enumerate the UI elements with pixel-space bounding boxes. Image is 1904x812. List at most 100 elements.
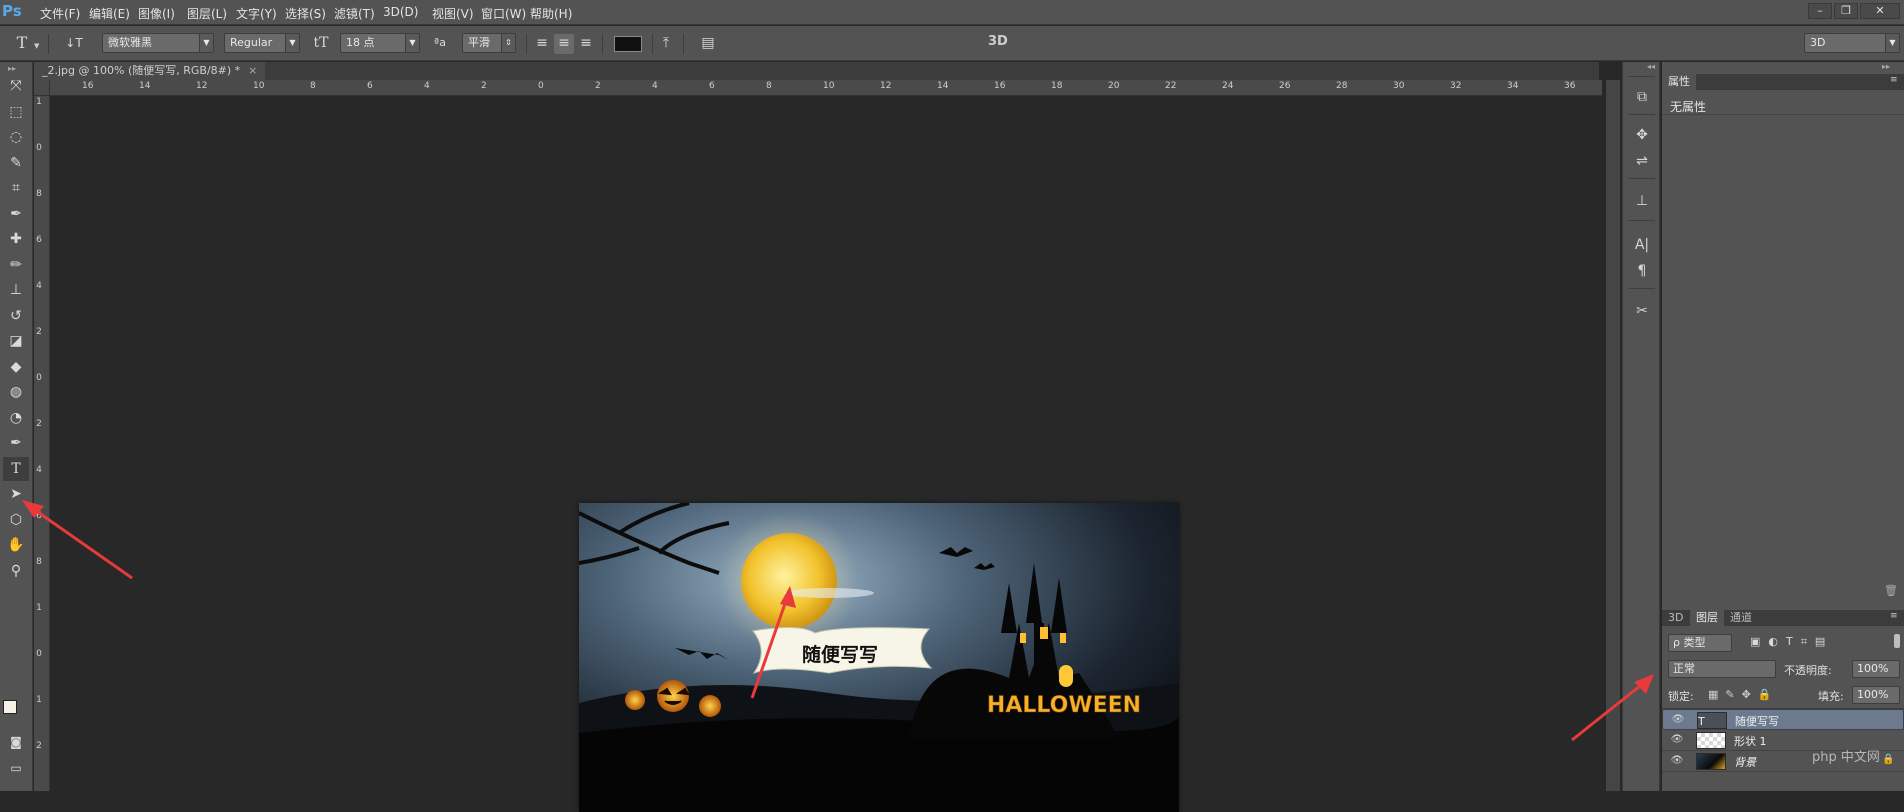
menu-item[interactable]: 窗口(W) — [481, 5, 526, 22]
text-orientation-icon[interactable]: ↓T — [64, 34, 84, 54]
ruler-tick-label: 22 — [1165, 81, 1177, 91]
hand-icon[interactable]: ✋ — [3, 533, 29, 557]
lock-icons[interactable]: ▦✎✥🔒 — [1708, 688, 1779, 701]
text-color-swatch[interactable] — [614, 36, 642, 52]
ruler-tick-label: 4 — [36, 465, 42, 475]
close-button[interactable]: ✕ — [1860, 3, 1900, 19]
shape-icon[interactable]: ⬡ — [3, 508, 29, 532]
type-tool-preset-icon[interactable]: T — [12, 34, 32, 54]
menu-item[interactable]: 图层(L) — [187, 5, 227, 22]
adjustments-icon[interactable]: ⇌ — [1631, 150, 1653, 172]
restore-button[interactable]: ❐ — [1834, 3, 1858, 19]
3d-mode-label[interactable]: 3D — [988, 34, 1008, 49]
history-icon[interactable]: ⧉ — [1631, 86, 1653, 108]
trash-icon[interactable]: 🗑 — [1884, 584, 1898, 597]
canvas-area[interactable]: 随便写写 HALLOWEEN — [51, 97, 1606, 812]
type-icon[interactable]: T — [3, 456, 29, 481]
panel-menu-icon[interactable]: ≡ — [1890, 611, 1898, 621]
font-family-select[interactable]: 微软雅黑 ▼ — [102, 33, 214, 53]
menu-item[interactable]: 帮助(H) — [530, 5, 572, 22]
crop-icon[interactable]: ⌗ — [3, 176, 29, 200]
document-canvas[interactable]: 随便写写 HALLOWEEN — [579, 503, 1179, 812]
pen-icon[interactable]: ✒ — [3, 431, 29, 455]
layer-name[interactable]: 背景 — [1734, 754, 1756, 770]
screen-mode-icon[interactable]: ▭ — [3, 756, 29, 780]
panel-menu-icon[interactable]: ≡ — [1890, 75, 1898, 85]
blend-mode-select[interactable]: 正常 — [1668, 660, 1776, 678]
layer-filter-icons[interactable]: ▣◐T⌗▤ — [1750, 635, 1833, 649]
marquee-icon[interactable]: ⬚ — [3, 100, 29, 124]
dodge-icon[interactable]: ◔ — [3, 406, 29, 430]
eye-icon[interactable]: 👁 — [1670, 754, 1684, 768]
opacity-input[interactable]: 100% — [1852, 660, 1900, 678]
ruler-tick-label: 16 — [82, 81, 94, 91]
collapse-toolbar-icon[interactable]: ▸▸ — [8, 64, 16, 73]
quick-select-icon[interactable]: ✎ — [3, 151, 29, 175]
menu-item[interactable]: 文件(F) — [40, 5, 80, 22]
layer-name[interactable]: 形状 1 — [1734, 733, 1767, 749]
align-right-icon[interactable]: ≡ — [576, 34, 596, 54]
menu-item[interactable]: 编辑(E) — [89, 5, 130, 22]
tab-channels[interactable]: 通道 — [1724, 610, 1758, 626]
eraser-icon[interactable]: ◪ — [3, 329, 29, 353]
quick-mask-icon[interactable]: ◙ — [3, 730, 29, 754]
menu-item[interactable]: 选择(S) — [285, 5, 326, 22]
preset-dropdown-icon[interactable]: ▼ — [34, 42, 39, 50]
document-tab[interactable]: _2.jpg @ 100% (随便写写, RGB/8#) * × — [34, 62, 266, 80]
layer-row[interactable]: 👁 T 随便写写 — [1662, 709, 1904, 730]
menu-item[interactable]: 3D(D) — [383, 5, 418, 19]
canvas-scrollbar[interactable] — [1606, 80, 1620, 791]
tab-layers[interactable]: 图层 — [1690, 610, 1724, 626]
options-bar: T ▼ ↓T 微软雅黑 ▼ Regular ▼ tT 18 点 ▼ ªa 平滑 ⇕ ≡ … — [0, 26, 1904, 61]
path-select-icon[interactable]: ➤ — [3, 482, 29, 506]
align-left-icon[interactable]: ≡ — [532, 34, 552, 54]
font-size-select[interactable]: 18 点 ▼ — [340, 33, 420, 53]
antialias-select[interactable]: 平滑 ⇕ — [462, 33, 516, 53]
tab-3d[interactable]: 3D — [1662, 610, 1689, 626]
character-panel-icon[interactable]: ▤ — [698, 34, 718, 54]
history-brush-icon[interactable]: ↺ — [3, 304, 29, 328]
vertical-ruler[interactable]: 108642024681012 — [34, 96, 50, 791]
minimize-button[interactable]: – — [1808, 3, 1832, 19]
stamp-icon[interactable]: ⊥ — [3, 278, 29, 302]
fill-input[interactable]: 100% — [1852, 686, 1900, 704]
menu-item[interactable]: 图像(I) — [138, 5, 175, 22]
menu-item[interactable]: 滤镜(T) — [334, 5, 375, 22]
lasso-icon[interactable]: ◌ — [3, 125, 29, 149]
paragraph-icon[interactable]: ¶ — [1631, 260, 1653, 282]
ruler-origin[interactable] — [34, 80, 50, 96]
document-tab-title: _2.jpg @ 100% (随便写写, RGB/8#) * — [42, 64, 241, 77]
eyedropper-icon[interactable]: ✒ — [3, 202, 29, 226]
banner-text[interactable]: 随便写写 — [802, 643, 878, 666]
properties-body: 无属性 🗑 — [1662, 90, 1904, 600]
eye-icon[interactable]: 👁 — [1670, 733, 1684, 747]
tool-presets-icon[interactable]: ✂ — [1631, 300, 1653, 322]
character-icon[interactable]: A| — [1631, 234, 1653, 256]
zoom-icon[interactable]: ⚲ — [3, 559, 29, 583]
workspace-select[interactable]: 3D ▼ — [1804, 33, 1900, 53]
layer-name[interactable]: 随便写写 — [1735, 713, 1779, 731]
collapse-dock-icon[interactable]: ◂◂ — [1647, 62, 1655, 71]
align-center-icon[interactable]: ≡ — [554, 34, 574, 54]
filter-toggle[interactable] — [1894, 634, 1900, 648]
layer-filter-select[interactable]: ρ 类型 — [1668, 634, 1732, 652]
layer-filter-value: ρ 类型 — [1673, 636, 1706, 649]
clone-source-icon[interactable]: ⊥ — [1631, 190, 1653, 212]
menu-item[interactable]: 视图(V) — [432, 5, 474, 22]
move-icon[interactable]: ⤧ — [3, 74, 29, 98]
horizontal-ruler[interactable]: 16 14 12 10 8 6 4 2 0 2 4 6 8 10 12 14 16 18 20 22 24 26 28 30 3… — [50, 80, 1602, 96]
tab-properties[interactable]: 属性 — [1662, 74, 1696, 90]
brush-icon[interactable]: ✏ — [3, 253, 29, 277]
warp-text-icon[interactable]: ⤒ — [656, 34, 676, 54]
font-style-select[interactable]: Regular ▼ — [224, 33, 300, 53]
collapse-panels-icon[interactable]: ▸▸ — [1882, 62, 1890, 71]
blur-icon[interactable]: ◍ — [3, 380, 29, 404]
menu-item[interactable]: 文字(Y) — [236, 5, 277, 22]
close-icon[interactable]: × — [248, 64, 257, 77]
foreground-color-swatch[interactable] — [3, 700, 17, 714]
healing-icon[interactable]: ✚ — [3, 227, 29, 251]
bucket-icon[interactable]: ◆ — [3, 355, 29, 379]
brush-presets-icon[interactable]: ✥ — [1631, 124, 1653, 146]
right-panels: ▸▸ 属性 ≡ 无属性 🗑 3D 图层 通道 ≡ ρ 类型 ▣◐T⌗▤ 正常 不… — [1662, 62, 1904, 791]
eye-icon[interactable]: 👁 — [1671, 713, 1685, 727]
